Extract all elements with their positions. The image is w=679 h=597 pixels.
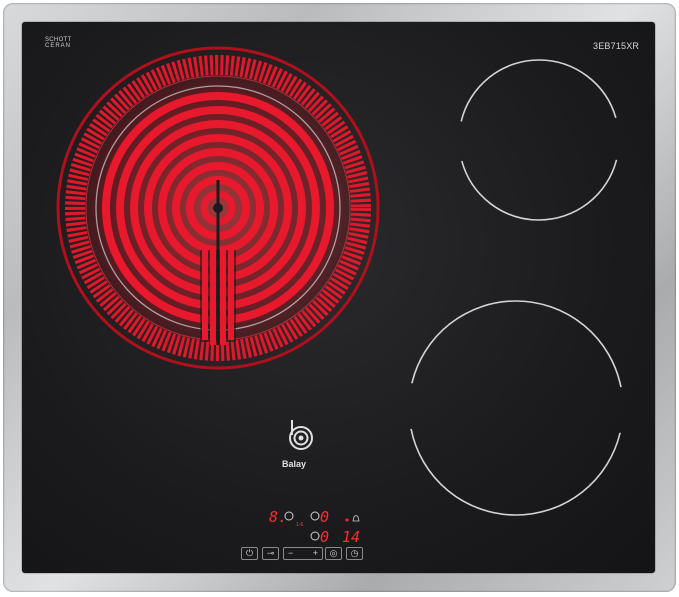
balay-logo-icon [289,420,313,450]
cooking-zone-back-right[interactable] [458,59,620,221]
cooking-zone-front-right[interactable] [408,300,624,516]
cooking-zone-front-left-active[interactable] [56,46,380,370]
timer-button[interactable]: ◷ [346,547,363,560]
power-range-indicator: 1-6 [296,522,304,528]
power-button[interactable]: ⏻ [241,547,258,560]
zone-select-back-right-icon[interactable] [310,511,320,521]
zone-c-level-display: 0 [320,528,330,546]
minus-plus-slider[interactable]: − + [283,547,323,560]
bell-icon [352,515,360,522]
brand-name: Balay [282,459,307,469]
timer-indicator-dot [345,518,349,522]
power-level-display: 8. [269,508,288,526]
timer-display: 14 [342,528,361,546]
zone-b-level-display: 0 [320,508,330,526]
plus-button[interactable]: + [313,548,318,559]
minus-button[interactable]: − [288,548,293,559]
zone-select-front-right-icon[interactable] [310,531,320,541]
zone-select-button[interactable]: ◎ [325,547,342,560]
cooktop-drawing [56,46,624,541]
child-lock-button[interactable]: ⊸ [262,547,279,560]
